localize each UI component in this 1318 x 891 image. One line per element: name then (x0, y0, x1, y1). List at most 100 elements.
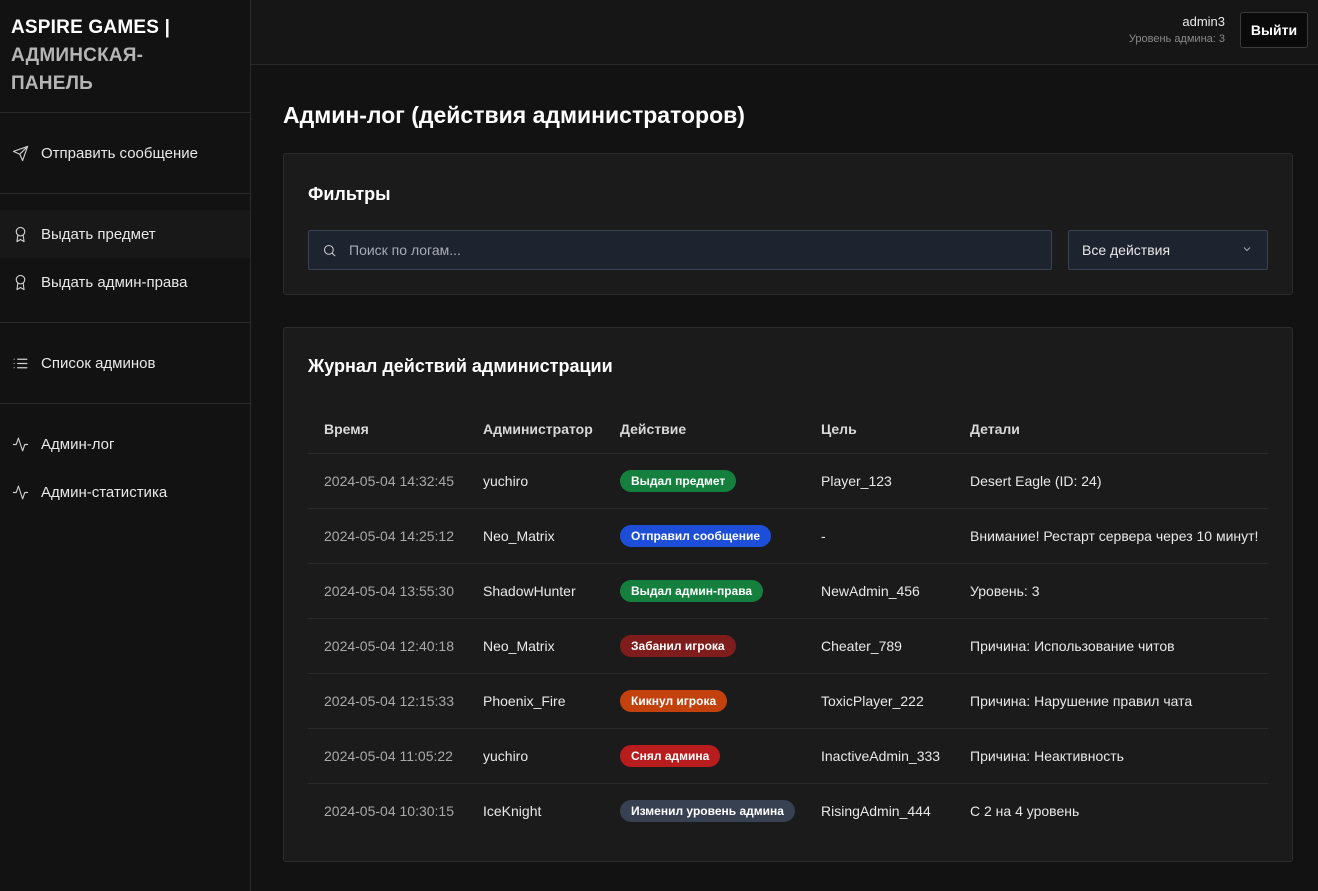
table-header-row: Время Администратор Действие Цель Детали (308, 405, 1268, 454)
cell-action: Забанил игрока (604, 618, 805, 674)
list-icon (11, 354, 29, 372)
cell-target: NewAdmin_456 (805, 563, 954, 619)
search-box (308, 230, 1052, 270)
action-badge: Забанил игрока (620, 634, 736, 657)
cell-admin: Phoenix_Fire (467, 673, 604, 729)
brand-line-1: ASPIRE GAMES | (11, 17, 171, 38)
cell-time: 2024-05-04 14:32:45 (308, 453, 467, 509)
table-row: 2024-05-04 14:25:12 Neo_Matrix Отправил со… (308, 508, 1268, 564)
sidebar-item-admin-list[interactable]: Список админов (0, 339, 250, 387)
sidebar-item-label: Отправить сообщение (41, 144, 199, 162)
sidebar-item-label: Админ-статистика (41, 483, 168, 501)
filters-title: Фильтры (308, 184, 391, 204)
cell-admin: Neo_Matrix (467, 508, 604, 564)
nav-group-logs: Админ-лог Админ-статистика (0, 404, 250, 532)
brand-logo: ASPIRE GAMES | АДМИНСКАЯ- ПАНЕЛЬ (0, 0, 250, 113)
cell-details: Причина: Нарушение правил чата (954, 673, 1268, 729)
cell-time: 2024-05-04 11:05:22 (308, 728, 467, 784)
cell-admin: ShadowHunter (467, 563, 604, 619)
sidebar-item-give-admin[interactable]: Выдать админ-права (0, 258, 250, 306)
cell-target: Player_123 (805, 453, 954, 509)
cell-admin: yuchiro (467, 453, 604, 509)
table-row: 2024-05-04 13:55:30 ShadowHunter Выдал адм… (308, 563, 1268, 619)
cell-details: Уровень: 3 (954, 563, 1268, 619)
cell-details: Причина: Использование читов (954, 618, 1268, 674)
cell-action: Кикнул игрока (604, 673, 805, 729)
cell-time: 2024-05-04 10:30:15 (324, 802, 454, 819)
cell-target: InactiveAdmin_333 (805, 728, 954, 784)
filters-card: Фильтры Все действия (283, 153, 1293, 295)
cell-target: ToxicPlayer_222 (805, 673, 954, 729)
action-filter-value: Все действия (1082, 242, 1171, 258)
top-header: admin3 Уровень админа: 3 Выйти (251, 0, 1318, 65)
sidebar: ASPIRE GAMES | АДМИНСКАЯ- ПАНЕЛЬ Отправи… (0, 0, 251, 891)
cell-admin: Neo_Matrix (467, 618, 604, 674)
award-icon (11, 225, 29, 243)
cell-action: Выдал предмет (604, 453, 805, 509)
cell-details: С 2 на 4 уровень (970, 802, 1080, 819)
cell-time: 2024-05-04 14:25:12 (308, 508, 467, 564)
sidebar-item-label: Список админов (41, 354, 156, 372)
cell-action: Выдал админ-права (604, 563, 805, 619)
sidebar-item-label: Админ-лог (41, 435, 115, 453)
cell-target: Cheater_789 (805, 618, 954, 674)
column-header-time: Время (308, 405, 467, 454)
brand-line-3: ПАНЕЛЬ (11, 73, 93, 94)
table-row: 2024-05-04 10:30:15 IceKnight Изменил уров… (308, 783, 1268, 838)
action-badge: Кикнул игрока (620, 689, 728, 712)
sidebar-item-admin-log[interactable]: Админ-лог (0, 420, 250, 468)
main-content: Админ-лог (действия администраторов) Фил… (251, 65, 1318, 891)
sidebar-item-label: Выдать админ-права (41, 273, 188, 291)
sidebar-item-admin-stats[interactable]: Админ-статистика (0, 468, 250, 516)
nav-group-admins: Список админов (0, 323, 250, 404)
sidebar-item-label: Выдать предмет (41, 225, 156, 243)
logout-button[interactable]: Выйти (1240, 12, 1308, 48)
log-table: Время Администратор Действие Цель Детали… (308, 405, 1268, 838)
cell-admin: IceKnight (483, 802, 542, 819)
sidebar-item-give-item[interactable]: Выдать предмет (0, 210, 250, 258)
table-row: 2024-05-04 14:32:45 yuchiro Выдал предмет P… (308, 453, 1268, 509)
action-badge: Выдал админ-права (620, 579, 764, 602)
log-card: Журнал действий администрации Время Адми… (283, 327, 1293, 862)
table-row: 2024-05-04 11:05:22 yuchiro Снял админа Ina… (308, 728, 1268, 784)
column-header-action: Действие (604, 405, 805, 454)
action-badge: Выдал предмет (620, 469, 737, 492)
cell-time: 2024-05-04 13:55:30 (308, 563, 467, 619)
table-row: 2024-05-04 12:15:33 Phoenix_Fire Кикнул иг… (308, 673, 1268, 729)
cell-details: Внимание! Рестарт сервера через 10 минут… (954, 508, 1268, 564)
cell-details: Desert Eagle (ID: 24) (954, 453, 1268, 509)
brand-line-2: АДМИНСКАЯ- (11, 45, 144, 66)
cell-time: 2024-05-04 12:15:33 (308, 673, 467, 729)
admin-level: Уровень админа: 3 (1128, 33, 1225, 45)
send-icon (11, 144, 29, 162)
sidebar-item-send-message[interactable]: Отправить сообщение (0, 129, 250, 177)
award-icon (11, 273, 29, 291)
cell-action: Снял админа (604, 728, 805, 784)
nav-group-grants: Выдать предмет Выдать админ-права (0, 194, 250, 323)
nav-group-messages: Отправить сообщение (0, 113, 250, 194)
cell-details: Причина: Неактивность (954, 728, 1268, 784)
action-filter-select[interactable]: Все действия (1068, 230, 1268, 270)
cell-action: Отправил сообщение (604, 508, 805, 564)
username: admin3 (1182, 14, 1225, 29)
column-header-details: Детали (954, 405, 1268, 454)
action-badge: Отправил сообщение (620, 524, 772, 547)
page-title: Админ-лог (действия администраторов) (283, 102, 745, 128)
search-input[interactable] (349, 242, 1051, 258)
log-table-body: 2024-05-04 14:32:45 yuchiro Выдал предмет P… (308, 453, 1268, 838)
cell-admin: yuchiro (467, 728, 604, 784)
column-header-target: Цель (805, 405, 954, 454)
cell-time: 2024-05-04 12:40:18 (308, 618, 467, 674)
activity-icon (11, 483, 29, 501)
user-info: admin3 Уровень админа: 3 (1129, 14, 1225, 48)
chevron-down-icon (1241, 242, 1253, 258)
column-header-admin: Администратор (467, 405, 604, 454)
activity-icon (11, 435, 29, 453)
table-row: 2024-05-04 12:40:18 Neo_Matrix Забанил игр… (308, 618, 1268, 674)
log-title: Журнал действий администрации (308, 356, 613, 376)
cell-target: RisingAdmin_444 (821, 802, 931, 819)
search-icon (309, 243, 349, 258)
cell-action: Изменил уровень админа (604, 783, 805, 838)
cell-target: - (805, 508, 954, 564)
action-badge: Снял админа (620, 744, 721, 767)
